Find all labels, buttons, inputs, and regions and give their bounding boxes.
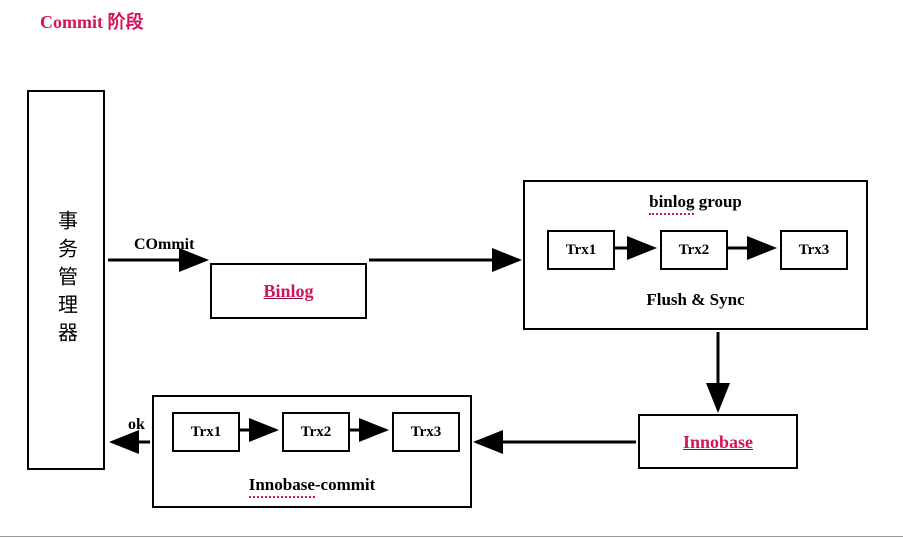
binlog-box: Binlog [210, 263, 367, 319]
binlog-label: Binlog [263, 281, 313, 301]
binlog-group-box: binlog group Trx1 Trx2 Trx3 Flush & Sync [523, 180, 868, 330]
trx-box: Trx3 [392, 412, 460, 452]
transaction-manager-box: 事务管理器 [27, 90, 105, 470]
trx-box: Trx2 [660, 230, 728, 270]
trx-box: Trx1 [547, 230, 615, 270]
binlog-group-footer: Flush & Sync [525, 290, 866, 310]
commit-edge-label: COmmit [134, 236, 194, 254]
ok-edge-label: ok [128, 416, 145, 434]
trx-box: Trx2 [282, 412, 350, 452]
binlog-group-title: binlog group [525, 192, 866, 215]
innobase-commit-title: Innobase-commit [154, 475, 470, 498]
innobase-label: Innobase [683, 432, 753, 452]
trx-box: Trx3 [780, 230, 848, 270]
transaction-manager-label: 事务管理器 [29, 92, 103, 468]
innobase-box: Innobase [638, 414, 798, 469]
diagram-title: Commit 阶段 [40, 8, 143, 34]
footer-divider [0, 536, 903, 537]
trx-box: Trx1 [172, 412, 240, 452]
innobase-commit-box: Trx1 Trx2 Trx3 Innobase-commit [152, 395, 472, 508]
